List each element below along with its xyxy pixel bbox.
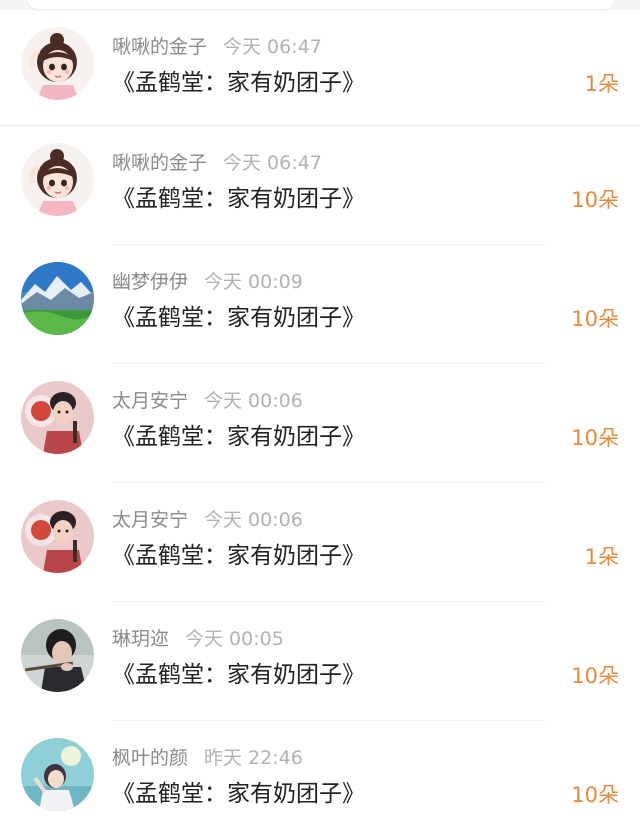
- record-meta: 幽梦伊伊 今天 00:09: [112, 270, 303, 294]
- timestamp: 今天 06:47: [223, 36, 322, 58]
- avatar[interactable]: [21, 619, 94, 692]
- list-item[interactable]: 啾啾的金子 今天 06:47 《孟鹤堂：家有奶团子》 1朵: [0, 10, 640, 126]
- cartoon-girl-avatar-icon: [21, 143, 94, 216]
- record-meta: 啾啾的金子 今天 06:47: [112, 35, 322, 59]
- flower-amount: 1朵: [584, 72, 619, 96]
- timestamp: 今天 06:47: [223, 152, 322, 174]
- record-meta: 太月安宁 今天 00:06: [112, 508, 303, 532]
- reward-list-page: 啾啾的金子 今天 06:47 《孟鹤堂：家有奶团子》 1朵 啾啾的金子 今天 0…: [0, 0, 640, 838]
- record-meta: 啾啾的金子 今天 06:47: [112, 151, 322, 175]
- username[interactable]: 啾啾的金子: [112, 36, 207, 58]
- cartoon-girl-avatar-icon: [21, 27, 94, 100]
- avatar[interactable]: [21, 500, 94, 573]
- list-item[interactable]: 幽梦伊伊 今天 00:09 《孟鹤堂：家有奶团子》 10朵: [0, 245, 640, 364]
- flute-player-avatar-icon: [21, 619, 94, 692]
- username[interactable]: 太月安宁: [112, 509, 188, 531]
- avatar[interactable]: [21, 143, 94, 216]
- timestamp: 昨天 22:46: [204, 747, 303, 769]
- flower-amount: 1朵: [584, 545, 619, 569]
- book-title[interactable]: 《孟鹤堂：家有奶团子》: [112, 184, 365, 214]
- record-meta: 琳玥迩 今天 00:05: [112, 627, 284, 651]
- timestamp: 今天 00:05: [185, 628, 284, 650]
- reward-record-list: 啾啾的金子 今天 06:47 《孟鹤堂：家有奶团子》 1朵 啾啾的金子 今天 0…: [0, 10, 640, 838]
- book-title[interactable]: 《孟鹤堂：家有奶团子》: [112, 660, 365, 690]
- book-title[interactable]: 《孟鹤堂：家有奶团子》: [112, 541, 365, 571]
- timestamp: 今天 00:09: [204, 271, 303, 293]
- anime-girl-sky-avatar-icon: [21, 738, 94, 811]
- username[interactable]: 啾啾的金子: [112, 152, 207, 174]
- list-item[interactable]: 琳玥迩 今天 00:05 《孟鹤堂：家有奶团子》 10朵: [0, 602, 640, 721]
- flower-amount: 10朵: [571, 664, 619, 688]
- flower-amount: 10朵: [571, 307, 619, 331]
- avatar[interactable]: [21, 738, 94, 811]
- list-item[interactable]: 啾啾的金子 今天 06:47 《孟鹤堂：家有奶团子》 10朵: [0, 126, 640, 245]
- avatar[interactable]: [21, 262, 94, 335]
- username[interactable]: 幽梦伊伊: [112, 271, 188, 293]
- list-item[interactable]: 太月安宁 今天 00:06 《孟鹤堂：家有奶团子》 10朵: [0, 364, 640, 483]
- list-item[interactable]: 太月安宁 今天 00:06 《孟鹤堂：家有奶团子》 1朵: [0, 483, 640, 602]
- performer-portrait-avatar-icon: [21, 381, 94, 454]
- book-title[interactable]: 《孟鹤堂：家有奶团子》: [112, 303, 365, 333]
- record-meta: 枫叶的颜 昨天 22:46: [112, 746, 303, 770]
- book-title[interactable]: 《孟鹤堂：家有奶团子》: [112, 422, 365, 452]
- flower-amount: 10朵: [571, 426, 619, 450]
- flower-amount: 10朵: [571, 783, 619, 807]
- list-item[interactable]: 枫叶的颜 昨天 22:46 《孟鹤堂：家有奶团子》 10朵: [0, 721, 640, 838]
- mountain-landscape-avatar-icon: [21, 262, 94, 335]
- timestamp: 今天 00:06: [204, 390, 303, 412]
- avatar[interactable]: [21, 381, 94, 454]
- book-title[interactable]: 《孟鹤堂：家有奶团子》: [112, 68, 365, 98]
- record-meta: 太月安宁 今天 00:06: [112, 389, 303, 413]
- book-title[interactable]: 《孟鹤堂：家有奶团子》: [112, 779, 365, 809]
- top-card-edge: [28, 0, 614, 9]
- username[interactable]: 枫叶的颜: [112, 747, 188, 769]
- username[interactable]: 琳玥迩: [112, 628, 169, 650]
- timestamp: 今天 00:06: [204, 509, 303, 531]
- flower-amount: 10朵: [571, 188, 619, 212]
- avatar[interactable]: [21, 27, 94, 100]
- performer-portrait-avatar-icon: [21, 500, 94, 573]
- username[interactable]: 太月安宁: [112, 390, 188, 412]
